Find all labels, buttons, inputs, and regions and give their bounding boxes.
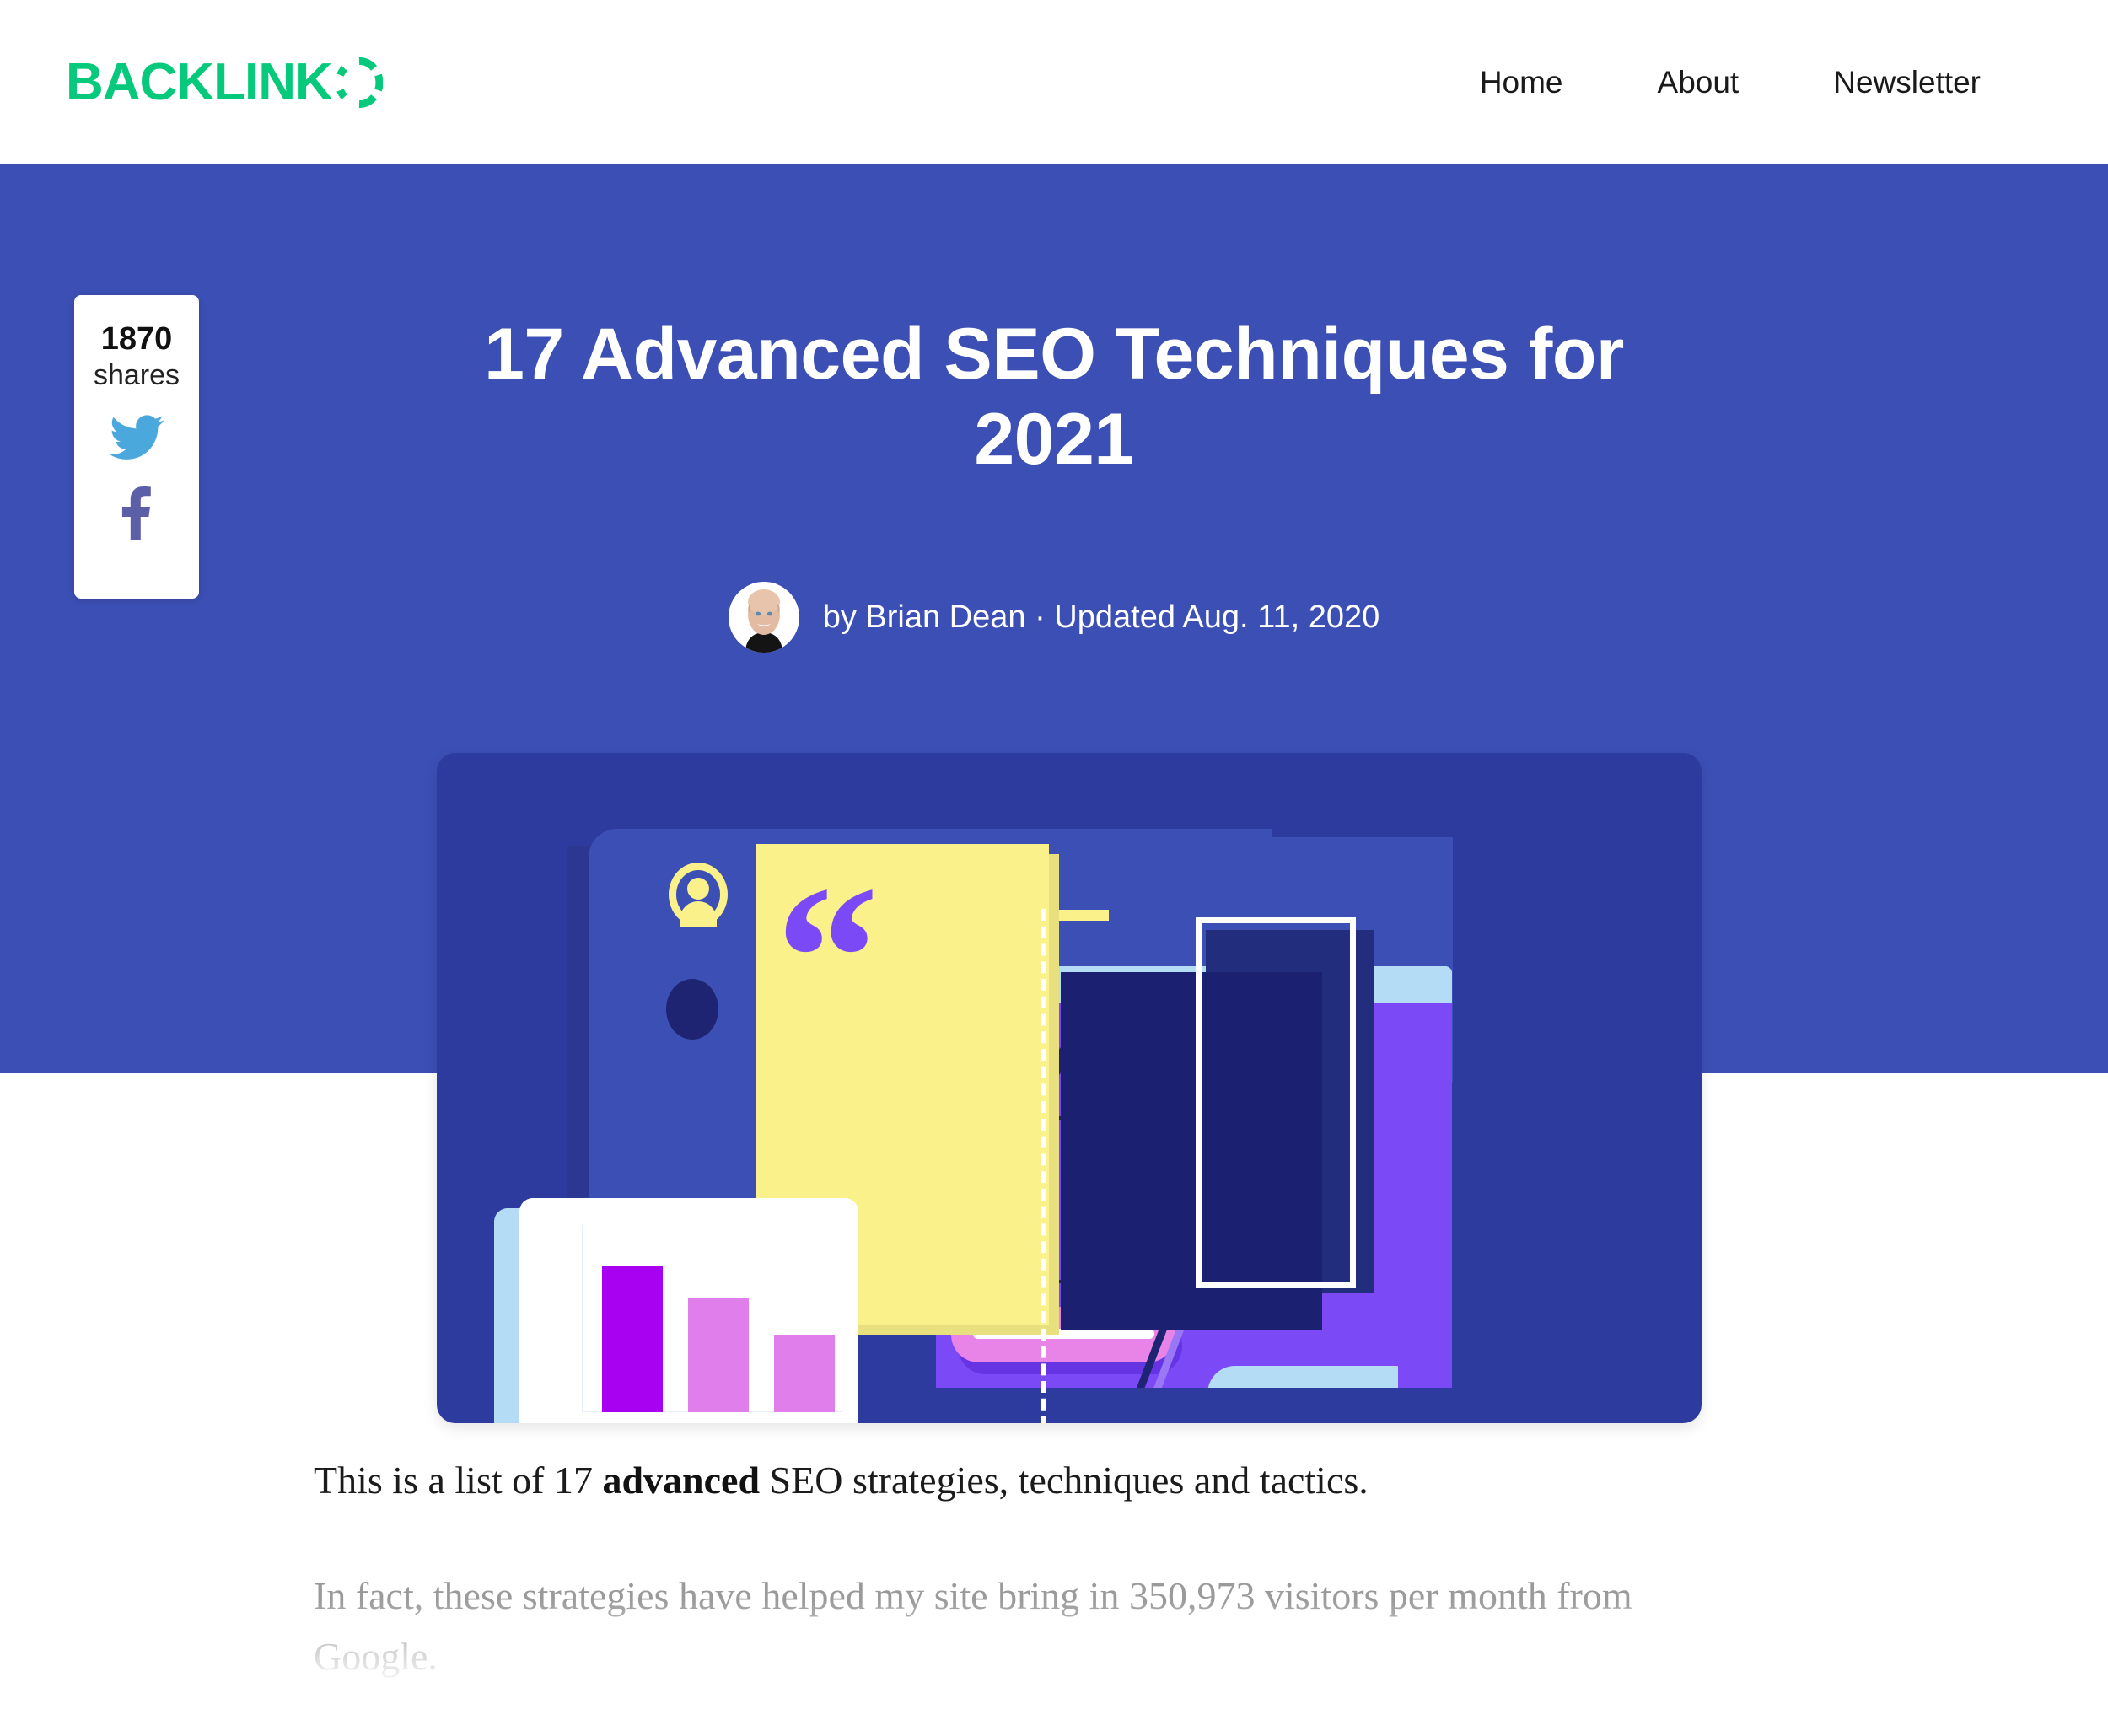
facebook-share-button[interactable]: [110, 486, 164, 545]
chart-bar: [602, 1266, 663, 1412]
nav-item-newsletter[interactable]: Newsletter: [1786, 65, 2028, 100]
twitter-share-button[interactable]: [110, 415, 164, 465]
primary-navigation: Home About Newsletter: [1433, 0, 2028, 164]
paragraph-1-bold: advanced: [602, 1459, 761, 1502]
illustration-white-frame: [1196, 917, 1356, 1288]
page-title: 17 Advanced SEO Techniques for 2021: [484, 314, 1624, 481]
nav-item-about[interactable]: About: [1611, 65, 1787, 100]
chart-bar: [774, 1335, 835, 1412]
nav-item-home[interactable]: Home: [1433, 65, 1611, 100]
chart-bar: [688, 1298, 749, 1412]
avatar: [728, 582, 799, 653]
illustration-avatar-dot: [666, 979, 718, 1040]
quote-mark-icon: “: [776, 843, 879, 1072]
paragraph-1-post: SEO strategies, techniques and tactics.: [760, 1459, 1369, 1502]
facebook-f-icon: [110, 486, 164, 544]
hero-illustration: “: [437, 753, 1702, 1423]
twitter-bird-icon: [110, 415, 164, 464]
logo-wordmark: BACKLINK: [66, 53, 333, 111]
site-header: BACKLINK Home About Newsletter: [0, 0, 2108, 164]
site-logo[interactable]: BACKLINK: [66, 52, 384, 112]
share-widget: 1870 shares: [74, 295, 199, 599]
illustration-pill-blue: [1207, 1366, 1423, 1388]
share-label: shares: [93, 358, 180, 391]
illustration-dashed-guide: [1041, 909, 1046, 1423]
share-count: 1870: [100, 321, 173, 357]
illustration-window-right-edge: [1398, 1002, 1452, 1388]
article-paragraph-2: In fact, these strategies have helped my…: [314, 1574, 1632, 1678]
paragraph-1-pre: This is a list of 17: [314, 1459, 603, 1502]
byline: by Brian Dean · Updated Aug. 11, 2020: [422, 582, 1686, 653]
article-paragraph-1: This is a list of 17 advanced SEO strate…: [314, 1450, 1764, 1510]
chart-y-axis: [582, 1225, 583, 1412]
illustration-window-right-cap: [1398, 966, 1452, 1003]
article-body: This is a list of 17 advanced SEO strate…: [0, 1450, 2108, 1686]
segmented-circle-icon: [336, 56, 384, 109]
byline-text: by Brian Dean · Updated Aug. 11, 2020: [822, 599, 1380, 635]
user-avatar-head: [687, 878, 709, 900]
